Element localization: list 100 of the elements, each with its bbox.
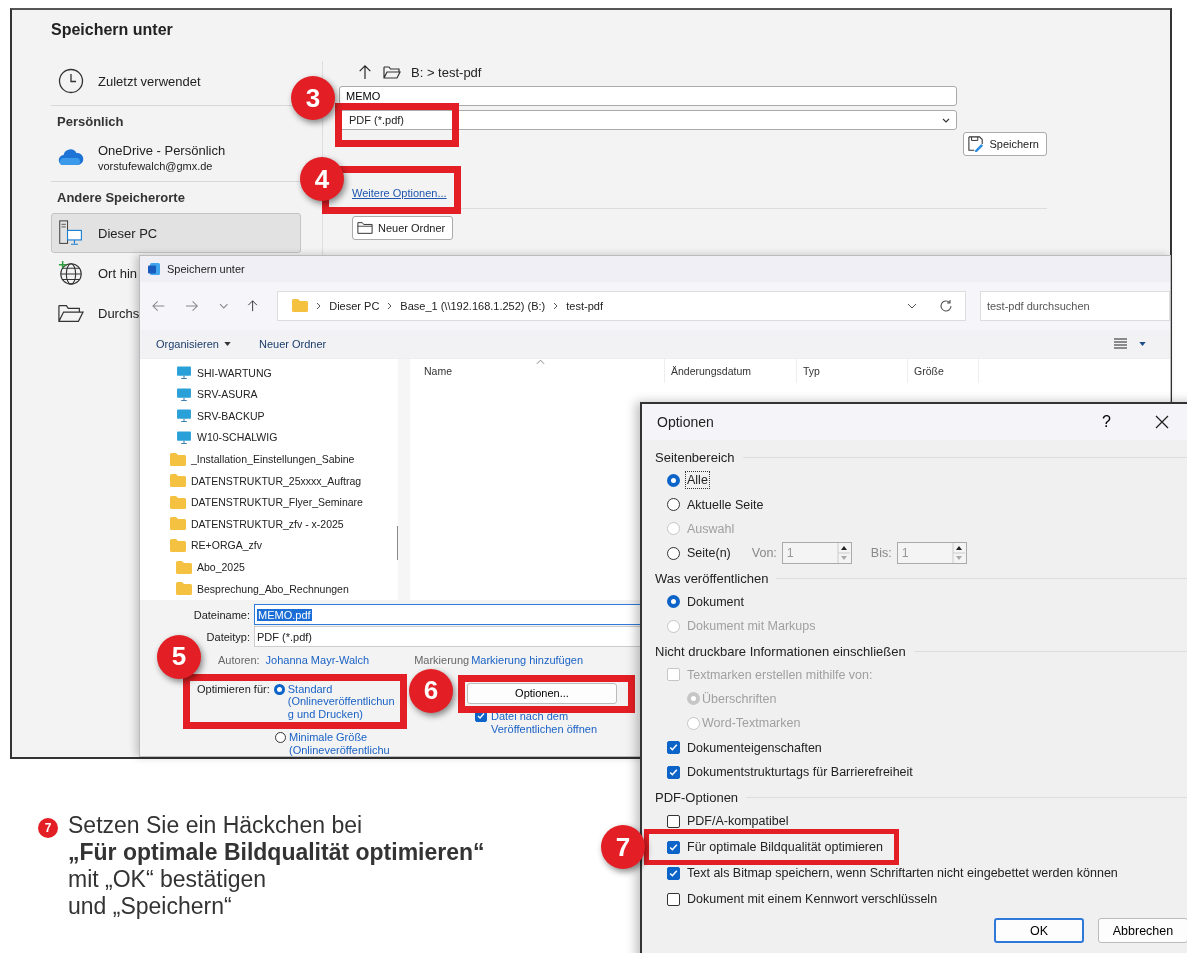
up-arrow-icon[interactable]: [357, 64, 373, 80]
close-icon[interactable]: [1155, 415, 1169, 429]
group-heading: Was veröffentlichen: [655, 571, 769, 587]
field-label: Von:: [751, 546, 777, 561]
field-label: Dateityp:: [205, 630, 251, 643]
checkbox[interactable]: [667, 765, 680, 779]
breadcrumb-item[interactable]: test-pdf: [566, 299, 603, 312]
tree-item[interactable]: DATENSTRUKTUR_zfv - x-2025: [140, 513, 398, 535]
radio-button[interactable]: [667, 473, 680, 487]
folder-icon: [357, 220, 373, 236]
radio-label: Standard (Onlineveröffentlichung und Drucken): [287, 682, 396, 720]
tree-item[interactable]: DATENSTRUKTUR_25xxxx_Auftrag: [140, 469, 398, 492]
tree-item[interactable]: RE+ORGA_zfv: [140, 534, 398, 557]
tree-item[interactable]: _Installation_Einstellungen_Sabine: [140, 448, 398, 470]
forward-arrow-icon[interactable]: [185, 299, 199, 312]
up-arrow-icon[interactable]: [245, 299, 260, 312]
page-title: Speichern unter: [51, 21, 174, 40]
monitor-icon: [176, 430, 192, 444]
checkbox[interactable]: [667, 814, 680, 828]
monitor-icon: [176, 366, 192, 380]
folder-icon: [176, 582, 192, 596]
location-item[interactable]: Durchs: [51, 293, 151, 333]
filename-input[interactable]: MEMO: [339, 86, 957, 106]
column-header[interactable]: Größe: [908, 358, 979, 383]
step-number-badge: 6: [409, 668, 453, 713]
radio-label: Überschriften: [701, 690, 778, 708]
window-title: Speichern unter: [167, 263, 245, 275]
location-item[interactable]: Zuletzt verwendet: [51, 61, 212, 101]
more-options-link[interactable]: Weitere Optionen...: [352, 187, 447, 199]
radio-button[interactable]: [275, 732, 286, 743]
radio-button[interactable]: [667, 498, 680, 512]
list-view-icon[interactable]: [1114, 338, 1127, 350]
checkbox[interactable]: [667, 741, 680, 755]
checkbox[interactable]: [667, 892, 680, 906]
new-folder-button[interactable]: Neuer Ordner: [251, 337, 335, 350]
tree-item[interactable]: DATENSTRUKTUR_Flyer_Seminare: [140, 491, 398, 513]
radio-button[interactable]: [667, 546, 680, 560]
tree-item[interactable]: SRV-ASURA: [140, 383, 398, 406]
tree-item[interactable]: SHI-WARTUNG: [140, 361, 398, 384]
back-arrow-icon[interactable]: [152, 299, 166, 312]
organize-button[interactable]: Organisieren: [148, 337, 239, 350]
tree-item[interactable]: W10-SCHALWIG: [140, 426, 398, 449]
folder-icon: [170, 517, 186, 531]
new-folder-button[interactable]: Neuer Ordner: [352, 216, 454, 240]
checkbox-label: Dokumentstrukturtags für Barrierefreiheit: [686, 764, 914, 782]
folder-icon: [170, 452, 186, 466]
sort-caret-icon: [536, 358, 545, 365]
radio-button[interactable]: [273, 683, 285, 695]
author-link[interactable]: Johanna Mayr-Walch: [265, 653, 370, 666]
column-header[interactable]: Typ: [797, 358, 908, 383]
document-app-icon: [147, 262, 161, 276]
dialog-button[interactable]: Abbrechen: [1098, 918, 1187, 944]
group-heading: PDF-Optionen: [655, 789, 739, 805]
column-header[interactable]: Änderungsdatum: [665, 358, 797, 383]
search-field[interactable]: test-pdf durchsuchen: [979, 290, 1170, 321]
tree-item[interactable]: SRV-BACKUP: [140, 405, 398, 427]
file-type-dropdown[interactable]: PDF (*.pdf): [339, 110, 957, 130]
breadcrumb-item[interactable]: Dieser PC: [329, 299, 380, 312]
folder-path: B: > test-pdf: [411, 64, 482, 80]
radio-label: Seite(n): [686, 545, 732, 563]
save-icon: [968, 136, 985, 152]
radio-label: Minimale Größe (Onlineveröffentlichu: [289, 731, 391, 756]
checkbox-label: Text als Bitmap speichern, wenn Schriftarten nicht eingebettet werden können: [686, 865, 1119, 883]
step-number-badge: 3: [291, 76, 335, 120]
help-button[interactable]: ?: [1098, 413, 1115, 431]
breadcrumb-item[interactable]: Base_1 (\\192.168.1.252) (B:): [400, 299, 546, 312]
group-heading: Nicht druckbare Informationen einschließen: [655, 643, 906, 659]
location-item[interactable]: Dieser PC: [51, 213, 301, 253]
add-tag-link[interactable]: Markierung hinzufügen: [471, 653, 584, 666]
folder-icon: [170, 495, 186, 509]
scrollbar-thumb[interactable]: [397, 525, 399, 560]
location-item[interactable]: OneDrive - Persönlich vorstufewalch@gmx.de: [51, 137, 237, 177]
field-label: Bis:: [870, 546, 892, 561]
checkbox-label: Für optimale Bildqualität optimieren: [686, 839, 884, 857]
radio-label: Auswahl: [686, 520, 736, 538]
address-bar[interactable]: Dieser PC Base_1 (\\192.168.1.252) (B:) test-pdf: [277, 290, 966, 321]
caret-down-icon: [224, 341, 231, 346]
options-button[interactable]: Optionen...: [467, 682, 617, 704]
dialog-title: Optionen: [657, 414, 714, 430]
column-header[interactable]: Name: [410, 358, 665, 383]
tree-item[interactable]: Besprechung_Abo_Rechnungen: [140, 577, 398, 600]
monitor-icon: [176, 387, 192, 401]
location-item[interactable]: Ort hin: [51, 253, 148, 293]
folder-icon: [383, 64, 401, 80]
chevron-right-icon: [316, 301, 322, 310]
radio-label: Alle: [685, 471, 710, 490]
refresh-icon[interactable]: [938, 298, 953, 313]
checkbox[interactable]: [667, 840, 680, 854]
folder-icon: [170, 538, 186, 552]
radio-label: Aktuelle Seite: [686, 496, 765, 514]
checkbox[interactable]: [667, 866, 680, 880]
radio-button[interactable]: [667, 595, 680, 609]
dialog-button[interactable]: OK: [994, 918, 1084, 944]
chevron-down-icon[interactable]: [906, 302, 917, 309]
computer-icon: [58, 220, 84, 246]
save-button[interactable]: Speichern: [963, 132, 1047, 156]
caret-down-icon[interactable]: [1139, 341, 1146, 346]
field-label: Optimieren für:: [197, 682, 270, 695]
tree-item[interactable]: Abo_2025: [140, 556, 398, 578]
step-number-badge: 5: [157, 634, 201, 679]
